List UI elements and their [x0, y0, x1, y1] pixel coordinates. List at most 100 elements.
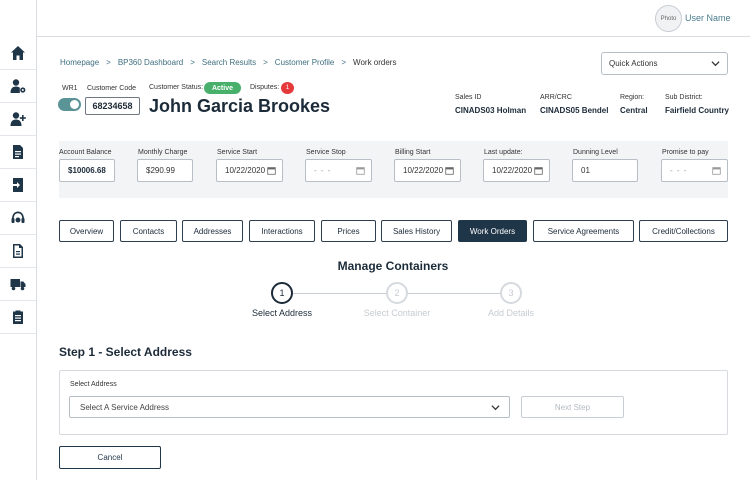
breadcrumb-work-orders: Work orders — [353, 58, 397, 67]
service-address-select[interactable]: Select A Service Address — [69, 396, 510, 418]
breadcrumb-separator: > — [190, 58, 195, 67]
step-heading: Step 1 - Select Address — [59, 345, 192, 359]
sidebar-item-sign-in[interactable] — [0, 169, 36, 202]
step-3-label: Add Details — [487, 308, 535, 318]
promise-to-pay-value: - - - — [670, 166, 688, 175]
sidebar-item-home[interactable] — [0, 37, 36, 70]
arr-crc-value: CINADS05 Bendel — [540, 106, 609, 115]
select-address-label: Select Address — [70, 381, 117, 388]
breadcrumb-customer-profile[interactable]: Customer Profile — [275, 58, 335, 67]
account-balance-value: $10006.68 — [68, 166, 106, 175]
last-update-input[interactable]: 10/22/2020 — [483, 159, 550, 182]
monthly-charge-label: Monthly Charge — [138, 149, 188, 156]
tab-overview[interactable]: Overview — [59, 220, 114, 242]
sidebar-item-add-user[interactable] — [0, 103, 36, 136]
sales-id-value: CINADS03 Holman — [455, 106, 527, 115]
promise-to-pay-label: Promise to pay — [662, 149, 709, 156]
user-settings-icon — [10, 79, 26, 93]
last-update-value: 10/22/2020 — [492, 166, 533, 175]
avatar[interactable]: Photo — [655, 5, 682, 32]
user-name-link[interactable]: User Name — [685, 13, 731, 23]
tab-credit-collections[interactable]: Credit/Collections — [639, 220, 728, 242]
last-update-label: Last update: — [484, 149, 523, 156]
tab-addresses[interactable]: Addresses — [182, 220, 243, 242]
dunning-level-value: 01 — [581, 166, 590, 175]
customer-code-label: Customer Code — [87, 85, 137, 92]
step-connector — [293, 293, 386, 294]
chevron-down-icon — [491, 405, 500, 411]
sign-in-icon — [11, 178, 23, 192]
calendar-icon[interactable] — [267, 166, 276, 175]
chevron-down-icon — [711, 61, 720, 67]
disputes-count-badge[interactable]: 1 — [281, 82, 294, 94]
sub-district-label: Sub District: — [665, 94, 703, 101]
wr1-label: WR1 — [62, 85, 78, 92]
service-start-label: Service Start — [217, 149, 258, 156]
service-stop-label: Service Stop — [306, 149, 346, 156]
tab-service-agreements[interactable]: Service Agreements — [533, 220, 634, 242]
document-icon — [13, 145, 23, 159]
breadcrumb: Homepage > BP360 Dashboard > Search Resu… — [60, 58, 396, 67]
step-connector — [408, 293, 500, 294]
clipboard-icon — [13, 310, 23, 324]
disputes-label: Disputes: — [250, 84, 280, 91]
quick-actions-dropdown[interactable]: Quick Actions — [601, 52, 728, 75]
manage-containers-title: Manage Containers — [337, 259, 449, 273]
billing-start-label: Billing Start — [395, 149, 431, 156]
tab-prices[interactable]: Prices — [321, 220, 376, 242]
tab-work-orders[interactable]: Work Orders — [458, 220, 527, 242]
dunning-level-label: Dunning Level — [573, 149, 618, 156]
customer-code: 68234658 — [85, 97, 140, 115]
step-2-indicator: 2 — [386, 282, 408, 304]
sidebar-item-document[interactable] — [0, 136, 36, 169]
service-address-value: Select A Service Address — [80, 402, 169, 412]
service-start-value: 10/22/2020 — [225, 166, 266, 175]
tab-sales-history[interactable]: Sales History — [381, 220, 452, 242]
dunning-level-field: 01 — [572, 159, 638, 182]
monthly-charge-field: $290.99 — [137, 159, 193, 182]
calendar-icon[interactable] — [445, 166, 454, 175]
service-stop-value: - - - — [314, 166, 332, 175]
sidebar — [0, 0, 37, 480]
top-header — [37, 0, 750, 37]
calendar-icon[interactable] — [356, 166, 365, 175]
cancel-button[interactable]: Cancel — [59, 446, 161, 469]
truck-icon — [10, 279, 26, 291]
account-balance-field: $10006.68 — [59, 159, 115, 182]
breadcrumb-separator: > — [263, 58, 268, 67]
breadcrumb-dashboard[interactable]: BP360 Dashboard — [118, 58, 183, 67]
sidebar-item-clipboard[interactable] — [0, 301, 36, 334]
breadcrumb-homepage[interactable]: Homepage — [60, 58, 99, 67]
monthly-charge-value: $290.99 — [146, 166, 175, 175]
calendar-icon[interactable] — [712, 166, 721, 175]
account-balance-label: Account Balance — [59, 149, 112, 156]
service-stop-input[interactable]: - - - — [305, 159, 372, 182]
headset-icon — [11, 211, 25, 223]
billing-start-input[interactable]: 10/22/2020 — [394, 159, 461, 182]
status-badge: Active — [204, 82, 241, 94]
breadcrumb-separator: > — [106, 58, 111, 67]
tab-interactions[interactable]: Interactions — [249, 220, 315, 242]
add-user-icon — [10, 112, 26, 126]
promise-to-pay-input[interactable]: - - - — [661, 159, 728, 182]
file-icon — [13, 244, 23, 258]
customer-name: John Garcia Brookes — [149, 96, 331, 116]
home-icon — [11, 46, 25, 60]
tab-contacts[interactable]: Contacts — [120, 220, 177, 242]
sidebar-item-user-settings[interactable] — [0, 70, 36, 103]
step-3-indicator: 3 — [500, 282, 522, 304]
step-1-label: Select Address — [251, 308, 313, 318]
region-label: Region: — [620, 94, 645, 101]
step-2-label: Select Container — [363, 308, 431, 318]
step-1-indicator: 1 — [271, 282, 293, 304]
sub-district-value: Fairfield Country — [665, 106, 730, 115]
sidebar-item-support[interactable] — [0, 202, 36, 235]
breadcrumb-search-results[interactable]: Search Results — [202, 58, 256, 67]
next-step-button[interactable]: Next Step — [521, 396, 624, 418]
arr-crc-label: ARR/CRC — [540, 94, 572, 101]
service-start-input[interactable]: 10/22/2020 — [216, 159, 283, 182]
billing-start-value: 10/22/2020 — [403, 166, 444, 175]
wr1-toggle[interactable] — [58, 98, 81, 111]
breadcrumb-separator: > — [341, 58, 347, 67]
calendar-icon[interactable] — [534, 166, 543, 175]
